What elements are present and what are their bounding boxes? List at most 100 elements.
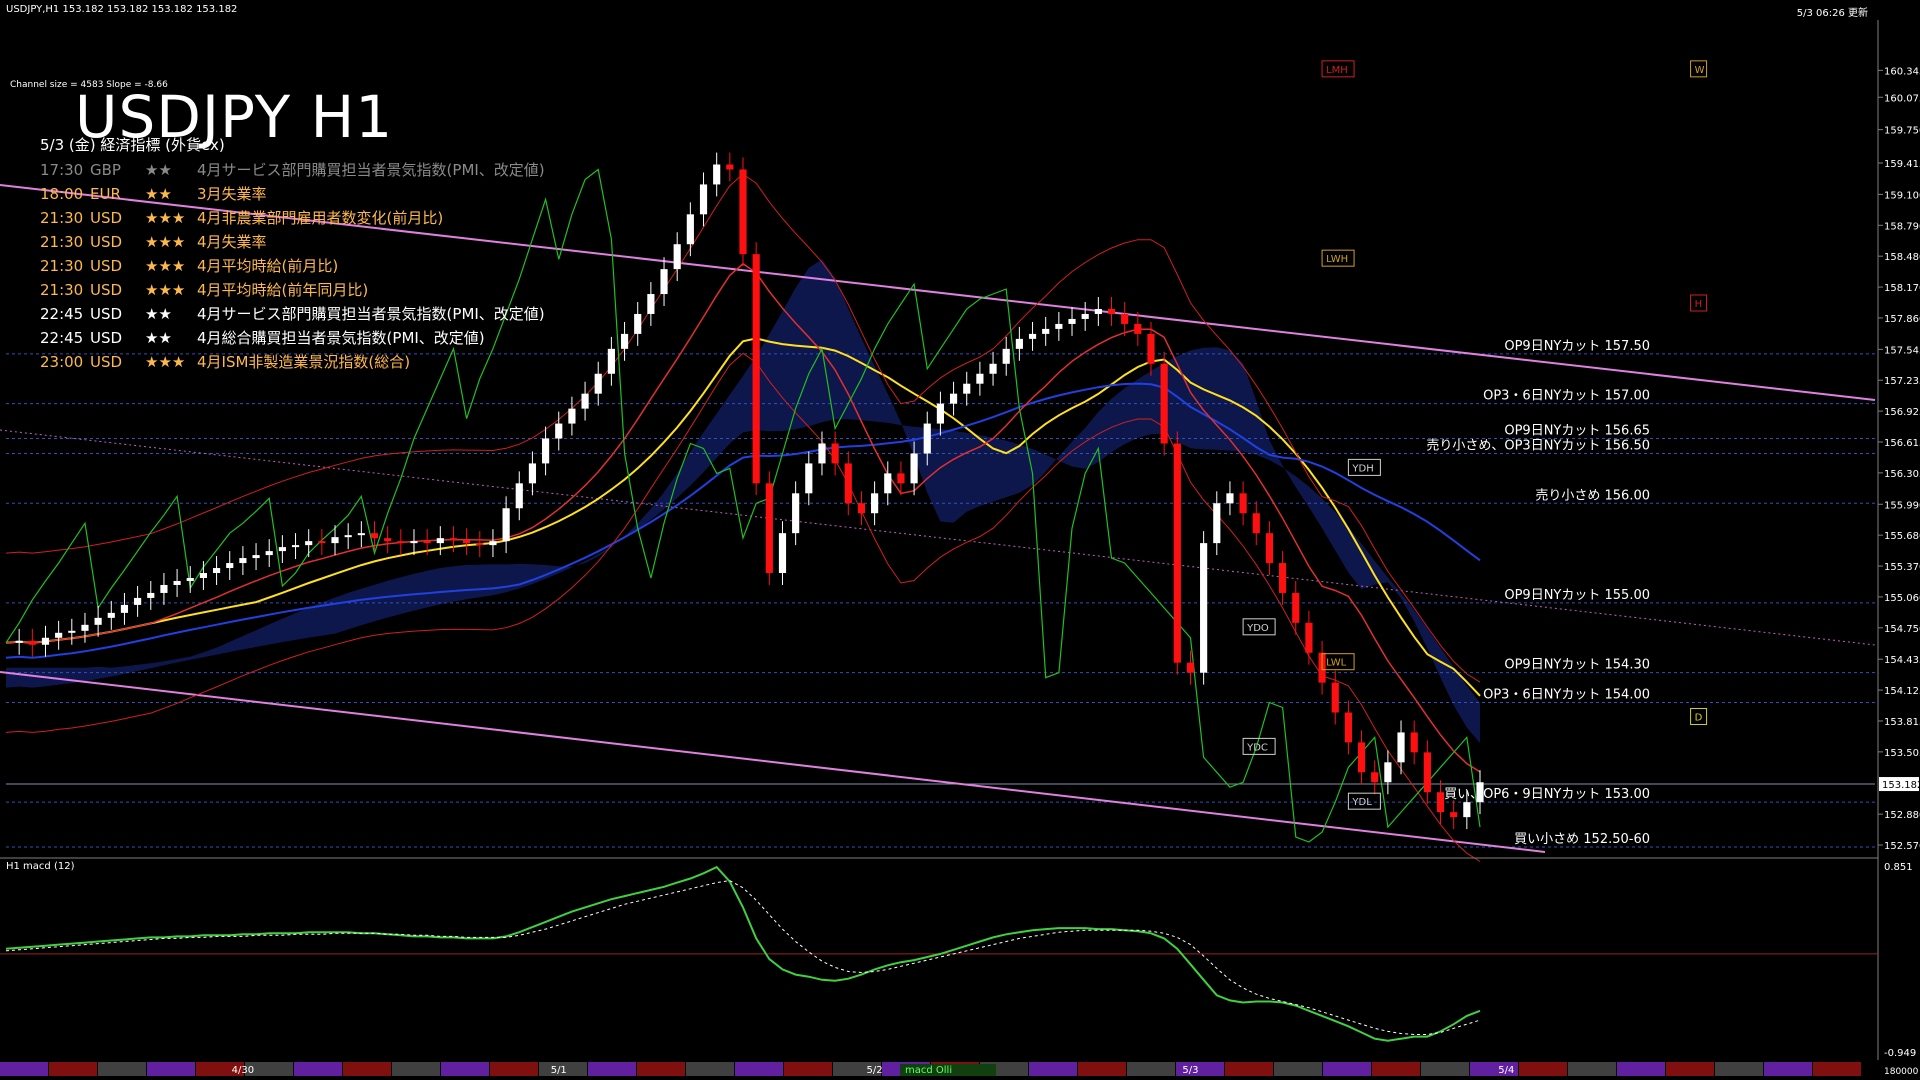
event-time: 21:30 <box>40 281 84 299</box>
candle-body <box>397 541 405 544</box>
candle-body <box>370 533 379 539</box>
candle-body <box>1042 328 1050 334</box>
event-row: 21:30 USD ★★★ 4月非農業部門雇用者数変化(前月比) <box>40 206 545 230</box>
candle-body <box>252 555 260 559</box>
event-name: 4月サービス部門購買担当者景気指数(PMI、改定値) <box>197 161 545 179</box>
candle-body <box>568 408 576 424</box>
tick-label: 159.750 <box>1884 126 1920 137</box>
marker-label: YDL <box>1351 797 1372 808</box>
event-currency: USD <box>90 329 123 347</box>
time-strip-cell <box>1519 1062 1567 1076</box>
candle-body <box>686 214 694 245</box>
candle-body <box>1279 563 1287 593</box>
candle-body <box>739 169 747 255</box>
tick-label: 158.170 <box>1884 283 1920 294</box>
time-strip-cell <box>1029 1062 1077 1076</box>
candle-body <box>528 463 537 484</box>
candle-body <box>660 269 668 295</box>
time-strip-cell <box>1764 1062 1812 1076</box>
marker-label: YDO <box>1246 623 1269 634</box>
tick-label: 157.235 <box>1884 376 1920 387</box>
candle-body <box>1147 333 1155 364</box>
time-strip-cell <box>1421 1062 1469 1076</box>
time-strip-cell <box>1666 1062 1714 1076</box>
x-tick-label: 5/4 <box>1498 1065 1514 1076</box>
candle-body <box>1239 493 1247 514</box>
candle-body <box>318 541 326 544</box>
candle-body <box>1055 323 1063 329</box>
time-strip-cell <box>686 1062 734 1076</box>
time-strip-cell <box>490 1062 538 1076</box>
current-price-label: 153.182 <box>1882 780 1920 791</box>
event-currency: EUR <box>90 185 121 203</box>
time-strip-cell <box>784 1062 832 1076</box>
event-time: 18:00 <box>40 185 84 203</box>
candle-body <box>226 563 234 569</box>
candle-body <box>1371 772 1379 783</box>
candle-body <box>489 541 497 546</box>
candle-body <box>55 632 63 638</box>
event-currency: USD <box>90 257 123 275</box>
event-name: 4月サービス部門購買担当者景気指数(PMI、改定値) <box>197 305 545 323</box>
event-time: 21:30 <box>40 209 84 227</box>
time-strip-cell <box>441 1062 489 1076</box>
candle-body <box>594 373 602 394</box>
event-time: 17:30 <box>40 161 84 179</box>
x-tick-label: 4/30 <box>232 1065 254 1076</box>
candle-body <box>1002 348 1010 364</box>
candle-body <box>1068 318 1076 324</box>
tick-label: 153.505 <box>1884 748 1920 759</box>
tick-label: 156.925 <box>1884 407 1920 418</box>
candle-body <box>844 463 852 504</box>
candle-body <box>897 473 905 484</box>
time-strip-cell <box>588 1062 636 1076</box>
candle-body <box>1463 802 1471 818</box>
candle-body <box>291 545 300 548</box>
event-currency: GBP <box>90 161 121 179</box>
tick-label: 159.415 <box>1884 159 1920 170</box>
time-strip-cell <box>1274 1062 1322 1076</box>
candle-body <box>949 393 958 404</box>
tick-label: 152.880 <box>1884 810 1920 821</box>
event-name: 3月失業率 <box>197 185 267 203</box>
candle-body <box>463 540 471 544</box>
candle-body <box>476 543 484 546</box>
candle-body <box>805 463 813 494</box>
events-title: 5/3 (金) 経済指標 (外貨ex) <box>40 136 225 154</box>
marker-label: YDC <box>1246 742 1268 753</box>
candle-body <box>555 423 563 439</box>
time-strip-cell <box>735 1062 783 1076</box>
candle-body <box>607 348 615 374</box>
candle-body <box>699 184 708 215</box>
event-row: 22:45 USD ★★ 4月総合購買担当者景気指数(PMI、改定値) <box>40 326 545 350</box>
candle-body <box>581 393 589 409</box>
event-name: 4月非農業部門雇用者数変化(前月比) <box>197 209 444 227</box>
event-name: 4月平均時給(前年同月比) <box>197 281 369 299</box>
time-axis: 4/30 5/1 5/2 5/3 5/4 macd Olli <box>0 1062 1861 1076</box>
level-label: 買い小さめ 152.50-60 <box>1514 832 1650 847</box>
tick-label: 156.615 <box>1884 438 1920 449</box>
time-strip-cell <box>343 1062 391 1076</box>
candle-body <box>423 541 431 544</box>
candle-body <box>344 535 352 538</box>
candle-body <box>15 640 23 643</box>
tick-label: 159.100 <box>1884 190 1920 201</box>
marker-label: H <box>1695 299 1703 310</box>
candle-body <box>515 483 523 509</box>
candle-body <box>1081 313 1089 319</box>
time-strip-cell <box>147 1062 195 1076</box>
candle-body <box>449 538 458 541</box>
candle-body <box>41 637 50 645</box>
candle-body <box>1357 742 1366 773</box>
event-time: 23:00 <box>40 353 84 371</box>
event-time: 22:45 <box>40 305 84 323</box>
macd-label: H1 macd (12) <box>6 861 75 872</box>
tick-label: 155.680 <box>1884 531 1920 542</box>
event-currency: USD <box>90 281 123 299</box>
event-stars: ★★ <box>145 185 172 203</box>
time-strip-cell <box>1127 1062 1175 1076</box>
event-stars: ★★★ <box>145 281 186 299</box>
candle-body <box>778 533 787 574</box>
level-label: OP3・6日NYカット 154.00 <box>1483 688 1650 703</box>
event-row: 22:45 USD ★★ 4月サービス部門購買担当者景気指数(PMI、改定値) <box>40 302 545 326</box>
